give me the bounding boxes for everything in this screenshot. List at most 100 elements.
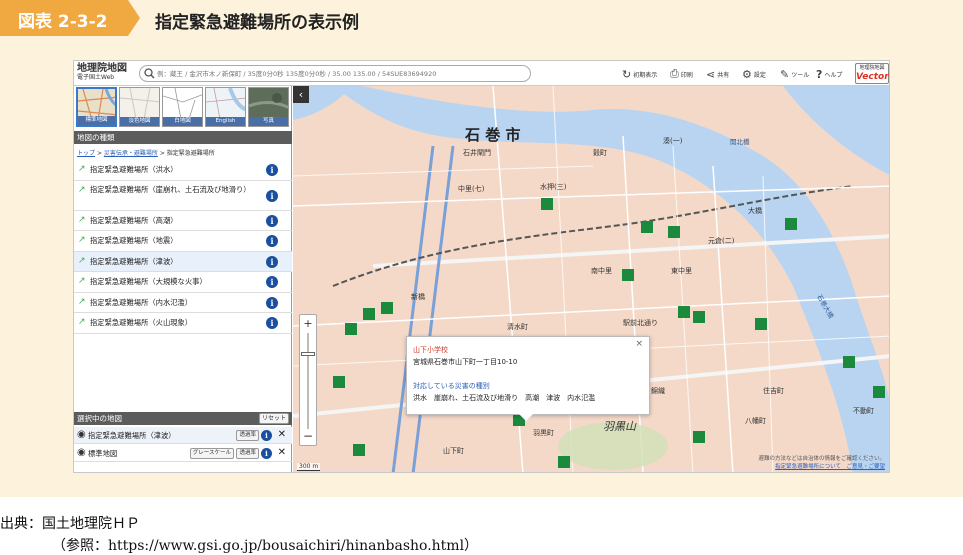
close-icon[interactable]: × — [635, 339, 643, 349]
search-input[interactable] — [157, 67, 527, 80]
close-icon[interactable]: ✕ — [278, 429, 286, 440]
shelter-marker — [755, 318, 767, 330]
grayscale-button[interactable]: グレースケール — [189, 448, 234, 459]
breadcrumb: トップ > 災害伝承・避難場所 > 指定緊急避難場所 — [77, 148, 215, 157]
search-box — [139, 65, 531, 82]
info-icon[interactable]: i — [261, 430, 272, 441]
share-arrow-icon: ↗ — [78, 214, 86, 225]
zoom-track[interactable] — [307, 333, 309, 429]
shelter-marker — [381, 302, 393, 314]
close-icon[interactable]: ✕ — [278, 447, 286, 458]
zoom-out-button[interactable]: − — [300, 429, 316, 443]
tools-button[interactable]: ✎ ツール — [780, 66, 809, 82]
zoom-in-button[interactable]: + — [300, 317, 316, 330]
road — [411, 145, 455, 472]
shelter-marker — [785, 218, 797, 230]
thumb-english-map[interactable]: English — [205, 87, 246, 127]
thumb-label: 標準地図 — [78, 116, 115, 125]
share-arrow-icon: ↗ — [78, 296, 86, 307]
map-label: 石井閘門 — [463, 149, 491, 157]
selected-map-label: 指定緊急避難場所（津波） — [88, 431, 176, 440]
info-icon[interactable]: i — [266, 189, 278, 202]
layer-label: 指定緊急避難場所（津波） — [90, 256, 178, 266]
layer-item-storm-surge[interactable]: ↗ 指定緊急避難場所（高潮） i — [74, 211, 292, 231]
attribution-links[interactable]: 指定緊急避難場所について ご意見・ご要望 — [758, 463, 885, 471]
app-logo[interactable]: 地理院地図 電子国土Web — [77, 63, 137, 84]
shelter-marker — [641, 221, 653, 233]
layer-item-flood[interactable]: ↗ 指定緊急避難場所（洪水） i — [74, 160, 292, 181]
layer-item-large-fire[interactable]: ↗ 指定緊急避難場所（大規模な火事） i — [74, 272, 292, 293]
breadcrumb-sep: > — [96, 150, 102, 157]
map-label: 清水町 — [507, 323, 528, 331]
vector-switch-button[interactable]: 地理院地図 Vector — [855, 63, 889, 84]
zoom-slider-handle[interactable] — [301, 352, 315, 356]
map-label: 穀町 — [593, 149, 607, 157]
map-label: 錦織 — [651, 387, 665, 395]
refresh-icon: ↻ — [622, 67, 632, 81]
thumb-photo-map[interactable]: 写真 — [248, 87, 289, 127]
figure-number-tag: 図表 2-3-2 — [0, 0, 140, 36]
share-icon: ⋖ — [706, 67, 716, 81]
tool-icon: ✎ — [780, 67, 790, 81]
left-panel: 標準地図 淡色地図 白地図 English 写真 地図の種類 トップ > 災害伝… — [74, 86, 292, 472]
layer-item-volcano[interactable]: ↗ 指定緊急避難場所（火山現象） i — [74, 313, 292, 334]
share-arrow-icon: ↗ — [78, 164, 86, 174]
map-label: 開北橋 — [730, 138, 750, 146]
layer-item-earthquake[interactable]: ↗ 指定緊急避難場所（地震） i — [74, 231, 292, 252]
info-icon[interactable]: i — [266, 296, 278, 309]
layer-label: 指定緊急避難場所（崖崩れ、土石流及び地滑り） — [90, 184, 251, 194]
info-icon[interactable]: i — [266, 164, 278, 176]
map-canvas[interactable]: 石 巻 市 石井閘門 新橋 湊(一) 開北橋 羽黒山 山下町 羽黒町 東中里 南… — [293, 86, 889, 472]
base-map-thumbnails: 標準地図 淡色地図 白地図 English 写真 — [76, 87, 290, 127]
print-button[interactable]: ⎙ 印刷 — [670, 66, 693, 82]
info-icon[interactable]: i — [266, 255, 278, 268]
info-icon[interactable]: i — [266, 276, 278, 288]
info-icon[interactable]: i — [266, 317, 278, 329]
shelter-marker — [333, 376, 345, 388]
print-icon: ⎙ — [670, 67, 679, 80]
help-button[interactable]: ? ヘルプ — [816, 66, 842, 82]
eye-icon[interactable]: ◉ — [77, 429, 86, 440]
layer-item-inland-flood[interactable]: ↗ 指定緊急避難場所（内水氾濫） i — [74, 293, 292, 313]
help-icon: ? — [816, 67, 823, 81]
settings-button[interactable]: ⚙ 設定 — [742, 66, 766, 82]
selected-map-tsunami[interactable]: ◉ 指定緊急避難場所（津波） 透過率 i ✕ — [74, 427, 292, 444]
map-attribution: 避難の方法などは自治体の情報をご確認ください。 指定緊急避難場所について ご意見… — [758, 455, 885, 471]
map-label: 駅前北通り — [623, 319, 658, 327]
search-icon[interactable] — [143, 67, 156, 80]
gear-icon: ⚙ — [742, 67, 752, 81]
share-button[interactable]: ⋖ 共有 — [706, 66, 729, 82]
map-label: 新橋 — [411, 293, 425, 301]
shelter-marker — [541, 198, 553, 210]
thumb-blank-map[interactable]: 白地図 — [162, 87, 203, 127]
opacity-button[interactable]: 透過率 — [236, 448, 259, 459]
vector-line1: 地理院地図 — [859, 65, 885, 71]
map-label-city: 石 巻 市 — [465, 126, 521, 144]
map-label: 元倉(二) — [708, 237, 735, 245]
eye-icon[interactable]: ◉ — [77, 447, 86, 458]
map-label: 大橋 — [748, 207, 762, 215]
breadcrumb-current: 指定緊急避難場所 — [166, 150, 215, 157]
opacity-button[interactable]: 透過率 — [236, 430, 259, 441]
road — [391, 145, 435, 472]
thumb-pale-map[interactable]: 淡色地図 — [119, 87, 160, 127]
layer-item-tsunami[interactable]: ↗ 指定緊急避難場所（津波） i — [74, 251, 292, 272]
reset-button[interactable]: リセット — [259, 413, 289, 424]
initial-view-button[interactable]: ↻ 初期表示 — [622, 66, 657, 82]
shelter-marker — [693, 431, 705, 443]
initial-view-label: 初期表示 — [633, 71, 658, 79]
info-icon[interactable]: i — [266, 235, 278, 247]
collapse-panel-button[interactable]: ‹ — [293, 86, 309, 103]
selected-maps-header: 選択中の地図 リセット — [74, 412, 292, 425]
popup-hazard-list: 洪水 崖崩れ、土石流及び地滑り 高潮 津波 内水氾濫 — [413, 394, 596, 402]
info-icon[interactable]: i — [266, 214, 278, 227]
breadcrumb-top[interactable]: トップ — [77, 150, 95, 157]
layer-item-landslide[interactable]: ↗ 指定緊急避難場所（崖崩れ、土石流及び地滑り） i — [74, 181, 292, 211]
thumb-standard-map[interactable]: 標準地図 — [76, 87, 117, 127]
breadcrumb-disaster[interactable]: 災害伝承・避難場所 — [104, 150, 158, 157]
river — [783, 86, 889, 175]
shelter-marker — [668, 226, 680, 238]
layer-label: 指定緊急避難場所（大規模な火事） — [90, 277, 207, 286]
selected-map-standard[interactable]: ◉ 標準地図 グレースケール 透過率 i ✕ — [74, 445, 292, 462]
info-icon[interactable]: i — [261, 448, 272, 459]
